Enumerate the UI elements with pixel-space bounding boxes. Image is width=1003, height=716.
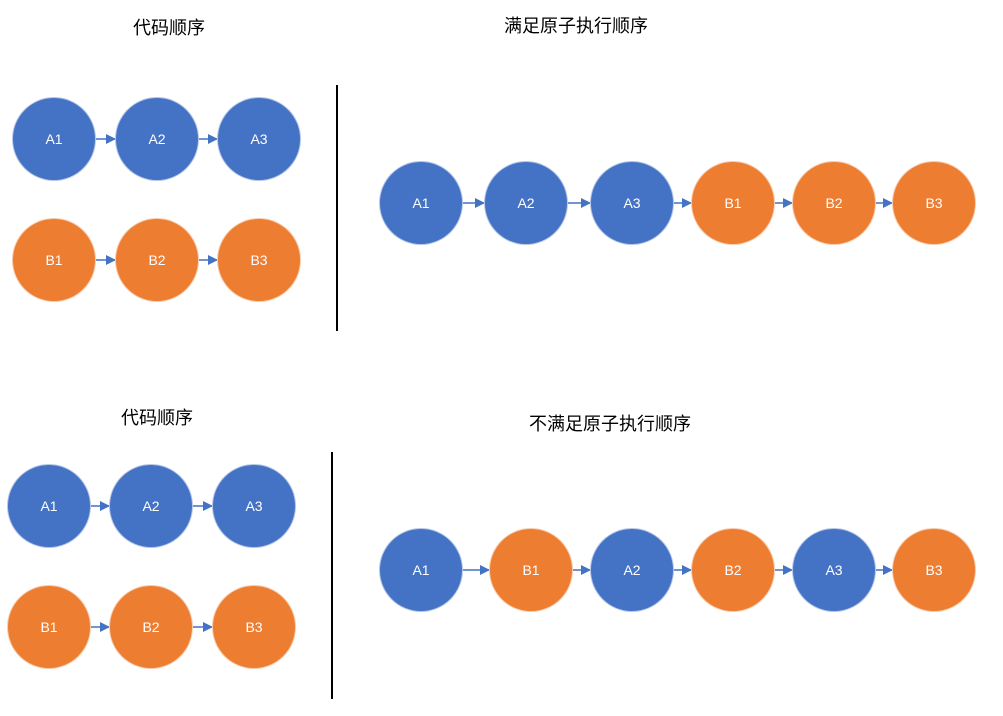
d1-code-b-node-2: B2	[115, 218, 199, 302]
diagram1-code-order-title: 代码顺序	[133, 18, 205, 39]
d1-exec-node-1: A1	[379, 161, 463, 245]
d1-exec-node-6: B3	[892, 161, 976, 245]
d1-exec-node-3: A3	[590, 161, 674, 245]
d2-code-a-node-1: A1	[7, 464, 91, 548]
diagram2-divider	[331, 452, 333, 699]
diagram1-divider	[336, 85, 338, 331]
d2-exec-node-4: B2	[691, 528, 775, 612]
d2-code-b-node-1: B1	[7, 585, 91, 669]
diagram2-code-order-title: 代码顺序	[121, 408, 193, 429]
d2-code-b-node-3: B3	[212, 585, 296, 669]
d1-code-b-node-1: B1	[12, 218, 96, 302]
d2-exec-node-5: A3	[792, 528, 876, 612]
d1-exec-node-5: B2	[792, 161, 876, 245]
d1-exec-node-4: B1	[691, 161, 775, 245]
d2-code-a-node-2: A2	[109, 464, 193, 548]
d1-code-a-node-2: A2	[115, 97, 199, 181]
diagram1-exec-order-title: 满足原子执行顺序	[504, 16, 648, 37]
d1-code-b-node-3: B3	[217, 218, 301, 302]
diagram2-exec-order-title: 不满足原子执行顺序	[529, 414, 691, 435]
d1-code-a-node-3: A3	[217, 97, 301, 181]
d2-exec-node-6: B3	[892, 528, 976, 612]
d2-code-a-node-3: A3	[212, 464, 296, 548]
d1-exec-node-2: A2	[484, 161, 568, 245]
d2-exec-node-3: A2	[590, 528, 674, 612]
d2-code-b-node-2: B2	[109, 585, 193, 669]
d2-exec-node-1: A1	[379, 528, 463, 612]
d2-exec-node-2: B1	[489, 528, 573, 612]
d1-code-a-node-1: A1	[12, 97, 96, 181]
